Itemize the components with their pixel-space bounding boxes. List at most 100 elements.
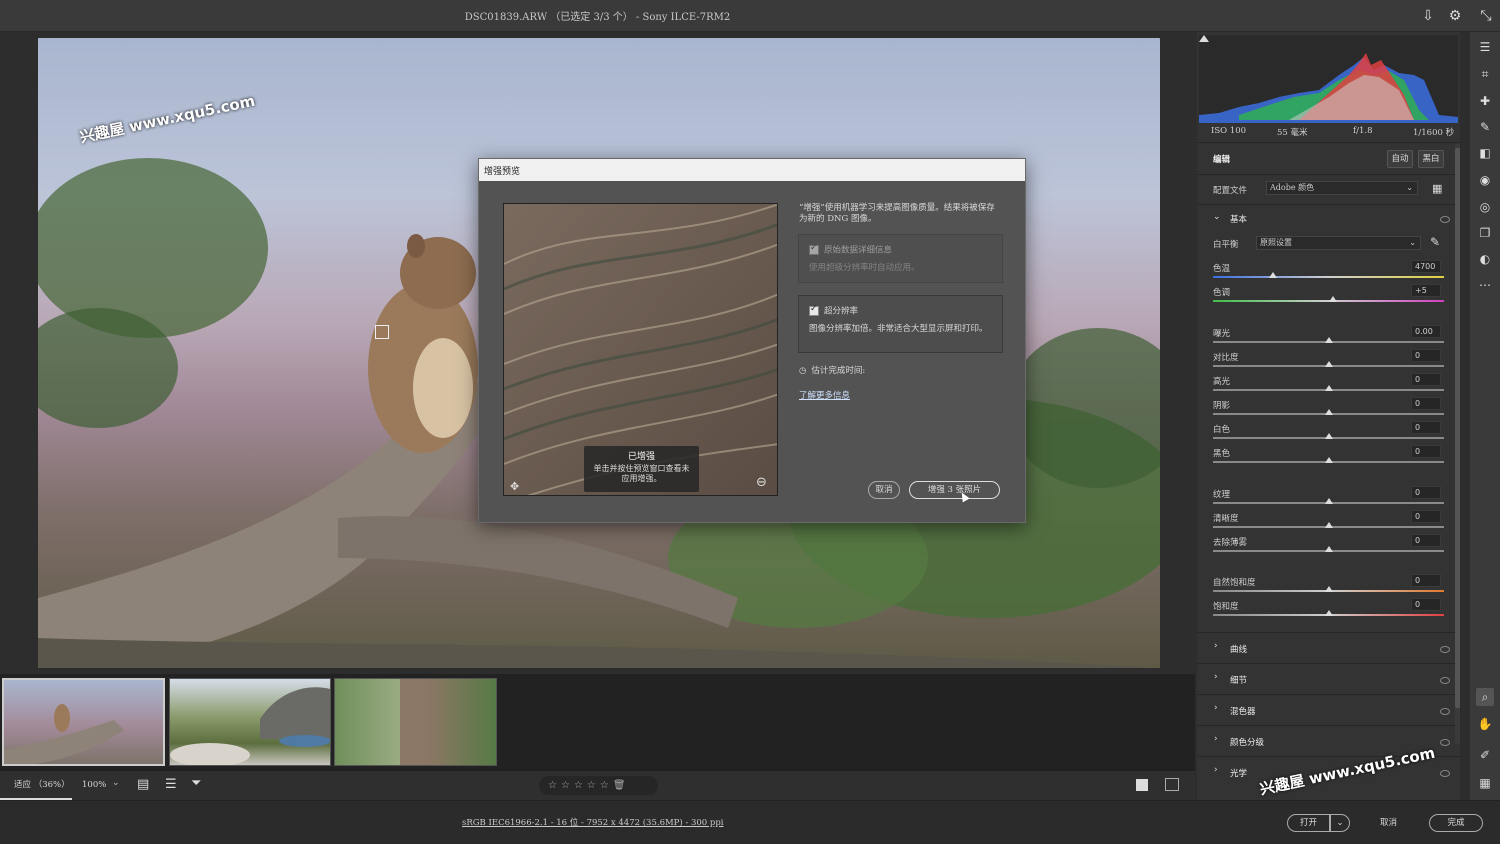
pan-icon[interactable]: ✥: [510, 480, 519, 493]
save-icon[interactable]: ⇩: [1418, 6, 1438, 26]
preview-area-marker[interactable]: [375, 325, 389, 339]
basic-section-header[interactable]: ⌄ 基本: [1197, 204, 1460, 230]
slider-knob[interactable]: [1324, 546, 1333, 552]
slider-value-field[interactable]: 4700: [1411, 260, 1441, 273]
chevron-right-icon: ›: [1214, 734, 1218, 744]
enhance-button[interactable]: 增强 3 张照片: [909, 481, 1000, 499]
slider-value-field[interactable]: 0: [1411, 598, 1441, 611]
slider-knob[interactable]: [1324, 586, 1333, 592]
section-header-0[interactable]: › 曲线: [1197, 632, 1460, 662]
slider-knob[interactable]: [1324, 457, 1333, 463]
healing-icon[interactable]: ✚: [1476, 92, 1494, 110]
slider-value-field[interactable]: +5: [1411, 284, 1441, 297]
slider-row: 色温 4700: [1197, 260, 1460, 282]
slider-value-field[interactable]: 0: [1411, 373, 1441, 386]
slider-value-field[interactable]: 0: [1411, 574, 1441, 587]
slider-knob[interactable]: [1269, 272, 1278, 278]
slider-knob[interactable]: [1324, 361, 1333, 367]
super-resolution-label: 超分辨率: [824, 306, 859, 317]
scrollbar-thumb[interactable]: [1455, 148, 1460, 708]
eyedropper-icon[interactable]: ✎: [1430, 235, 1440, 249]
clipping-shadow-icon[interactable]: [1199, 35, 1209, 42]
section-header-2[interactable]: › 混色器: [1197, 694, 1460, 724]
slider-knob[interactable]: [1324, 337, 1333, 343]
zoom-100-label[interactable]: 100%: [82, 780, 106, 791]
slider-knob[interactable]: [1324, 433, 1333, 439]
slider-value-field[interactable]: 0: [1411, 534, 1441, 547]
filter-icon[interactable]: ⏷: [191, 776, 201, 791]
slider-label: 白色: [1213, 425, 1231, 435]
presets-icon[interactable]: ◐: [1476, 250, 1494, 268]
slider-value-field[interactable]: 0: [1411, 397, 1441, 410]
slider-value-field[interactable]: 0: [1411, 445, 1441, 458]
slider-label: 对比度: [1213, 353, 1239, 363]
profile-select[interactable]: Adobe 颜色 ⌄: [1266, 181, 1418, 195]
auto-button[interactable]: 自动: [1387, 150, 1413, 168]
collapse-icon[interactable]: ⤡: [1476, 6, 1496, 26]
learn-more-link[interactable]: 了解更多信息: [799, 391, 850, 402]
zoom-dropdown-icon[interactable]: ⌄: [112, 778, 120, 788]
sort-icon[interactable]: ☰: [165, 777, 177, 792]
thumbnail-lake[interactable]: [169, 678, 331, 766]
thumbnail-squirrel[interactable]: [2, 678, 165, 766]
estimate-label: 估计完成时间:: [811, 366, 866, 376]
cancel-button[interactable]: 取消: [1380, 818, 1397, 829]
enhance-preview-image[interactable]: 已增强 单击并按住预览窗口查看未应用增强。 ✥ ⊖: [503, 203, 778, 496]
slider-value-field[interactable]: 0: [1411, 486, 1441, 499]
thumb-scene-3: [400, 679, 430, 765]
delete-icon[interactable]: 🗑: [613, 780, 630, 791]
eye-icon[interactable]: [1440, 677, 1450, 684]
zoom-out-icon[interactable]: ⊖: [756, 475, 767, 490]
slider-value-field[interactable]: 0.00: [1411, 325, 1441, 338]
single-view-icon[interactable]: [1136, 779, 1148, 791]
slider-track[interactable]: [1213, 276, 1444, 278]
panel-scrollbar[interactable]: [1455, 144, 1460, 744]
eye-icon[interactable]: [1440, 646, 1450, 653]
super-resolution-checkbox[interactable]: [809, 304, 819, 316]
open-options-button[interactable]: ⌄: [1330, 814, 1350, 832]
slider-value-field[interactable]: 0: [1411, 421, 1441, 434]
thumbnail-forest[interactable]: [334, 678, 497, 766]
slider-row: 高光 0: [1197, 373, 1460, 395]
done-button[interactable]: 完成: [1429, 814, 1483, 832]
slider-knob[interactable]: [1324, 385, 1333, 391]
crop-icon[interactable]: ⌗: [1476, 65, 1494, 83]
slider-knob[interactable]: [1329, 296, 1338, 302]
slider-knob[interactable]: [1324, 610, 1333, 616]
file-info-link[interactable]: sRGB IEC61966-2.1 - 16 位 - 7952 x 4472 (…: [462, 818, 724, 829]
color-sampler-icon[interactable]: ✐: [1476, 746, 1494, 764]
zoom-tool-icon[interactable]: ⌕: [1476, 688, 1494, 706]
redeye-icon[interactable]: ◎: [1476, 198, 1494, 216]
gear-icon[interactable]: ⚙: [1445, 6, 1465, 26]
radial-icon[interactable]: ◉: [1476, 171, 1494, 189]
filmstrip-options-icon[interactable]: ▤: [137, 777, 149, 792]
slider-knob[interactable]: [1324, 409, 1333, 415]
section-header-1[interactable]: › 细节: [1197, 663, 1460, 693]
star-rating[interactable]: ☆☆☆☆☆🗑: [539, 776, 658, 795]
eye-icon[interactable]: [1440, 708, 1450, 715]
edit-sliders-icon[interactable]: ☰: [1476, 38, 1494, 56]
snapshots-icon[interactable]: ❐: [1476, 224, 1494, 242]
grid-overlay-icon[interactable]: ▦: [1476, 774, 1494, 792]
eye-icon[interactable]: [1440, 739, 1450, 746]
wb-select[interactable]: 原照设置 ⌄: [1256, 236, 1421, 250]
slider-value-field[interactable]: 0: [1411, 349, 1441, 362]
slider-knob[interactable]: [1324, 522, 1333, 528]
open-button[interactable]: 打开: [1287, 814, 1330, 832]
more-icon[interactable]: ⋯: [1476, 276, 1494, 294]
option-sr-row[interactable]: 超分辨率: [809, 304, 859, 318]
bw-button[interactable]: 黑白: [1418, 150, 1444, 168]
compare-view-icon[interactable]: [1165, 778, 1179, 791]
chevron-down-icon: ⌄: [1409, 238, 1416, 247]
dialog-cancel-button[interactable]: 取消: [868, 481, 900, 499]
slider-value-field[interactable]: 0: [1411, 510, 1441, 523]
eye-icon[interactable]: [1440, 216, 1450, 223]
hand-tool-icon[interactable]: ✋: [1476, 715, 1494, 733]
eye-icon[interactable]: [1440, 770, 1450, 777]
profile-browser-icon[interactable]: ▦: [1432, 182, 1442, 195]
slider-knob[interactable]: [1324, 498, 1333, 504]
gradient-icon[interactable]: ◧: [1476, 144, 1494, 162]
brush-icon[interactable]: ✎: [1476, 118, 1494, 136]
fit-zoom-tab[interactable]: 适应 （36%）: [0, 771, 72, 800]
slider-row: 白色 0: [1197, 421, 1460, 443]
